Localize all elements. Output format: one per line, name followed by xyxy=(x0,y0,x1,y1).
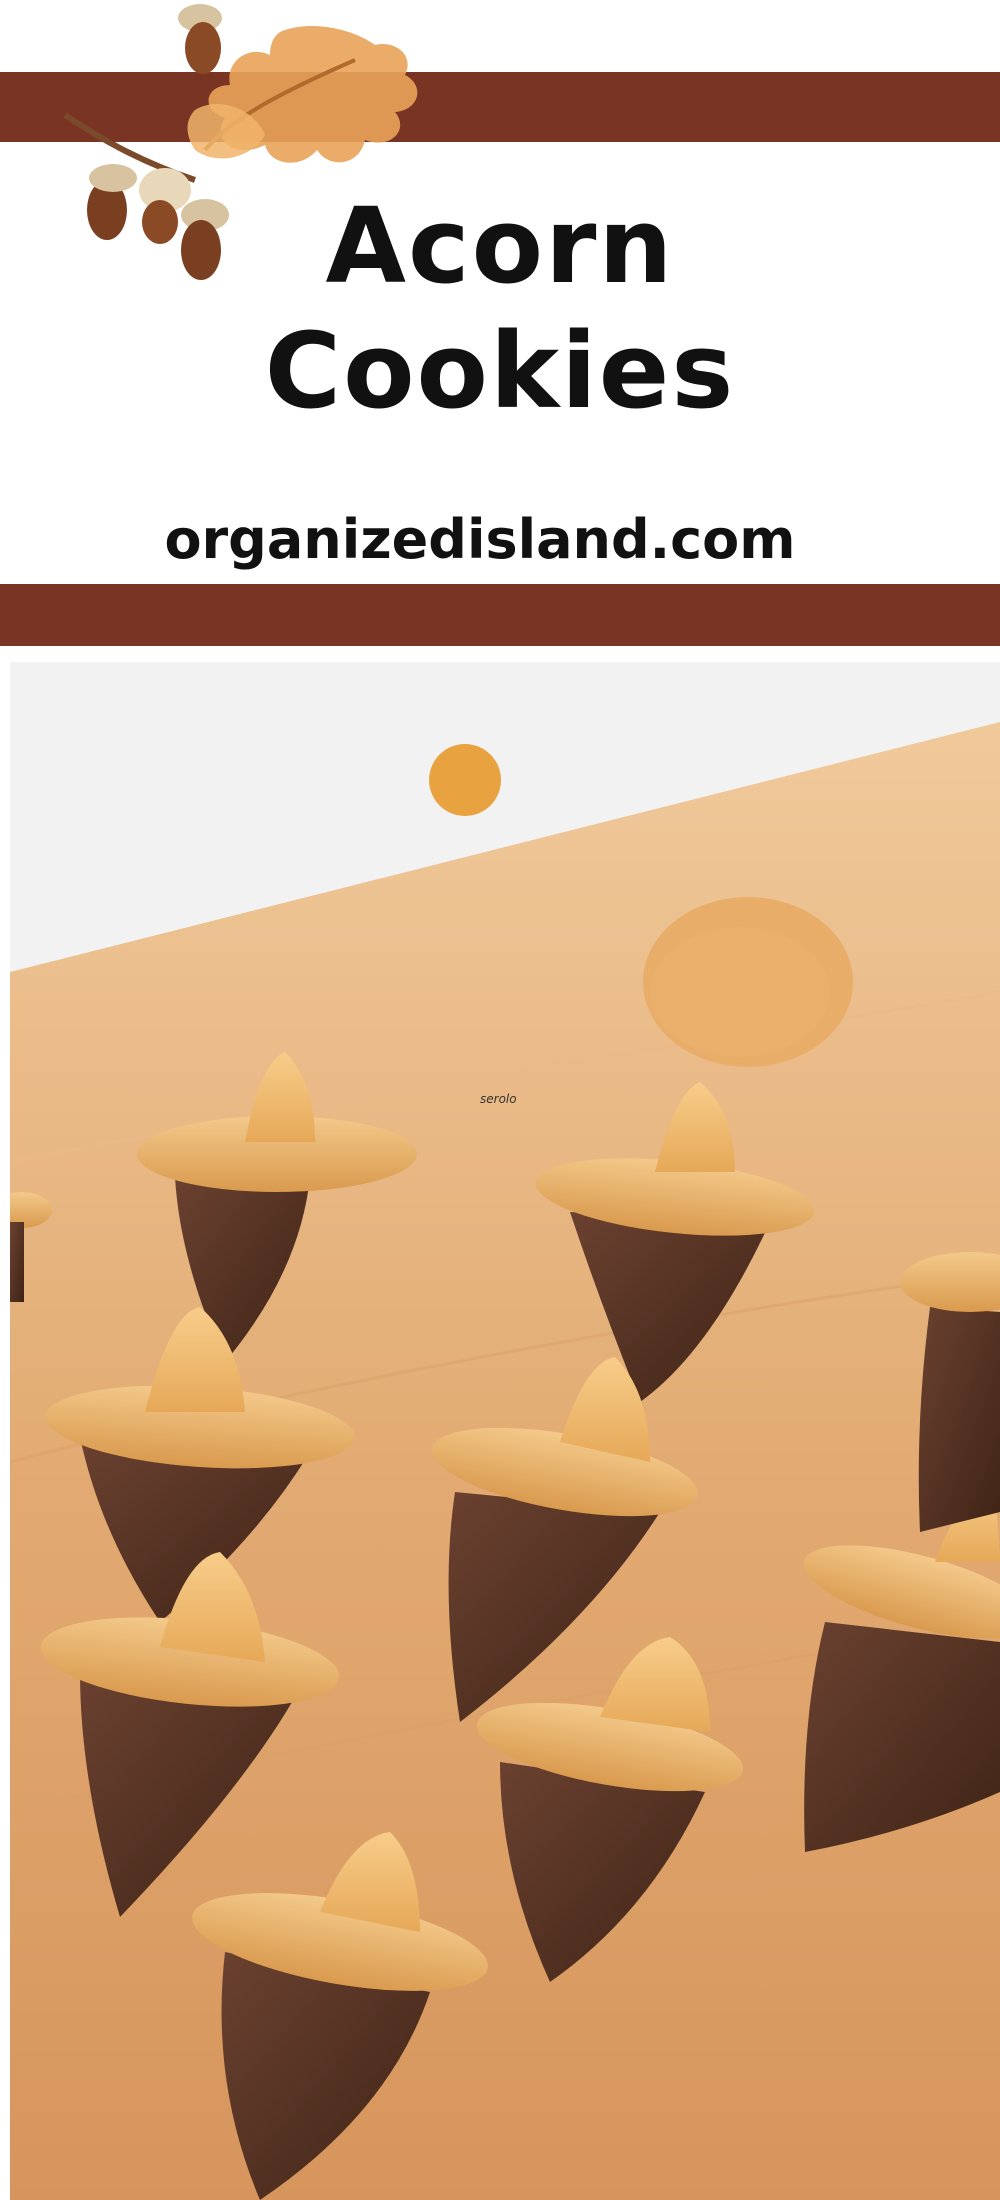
bottom-brown-band xyxy=(0,584,1000,646)
acorn-icon xyxy=(178,4,222,74)
acorn-icon xyxy=(87,164,137,240)
website-url: organizedisland.com xyxy=(164,508,796,571)
title-cookies: Cookies xyxy=(264,310,736,432)
title-acorn: Acorn xyxy=(325,185,675,307)
oak-leaf-icon xyxy=(187,25,418,163)
butterscotch-chip-loose xyxy=(429,744,501,816)
acorn-icon xyxy=(139,168,191,244)
photo-watermark: serolo xyxy=(480,1092,517,1106)
acorn-cookies-photo xyxy=(10,662,1000,2200)
